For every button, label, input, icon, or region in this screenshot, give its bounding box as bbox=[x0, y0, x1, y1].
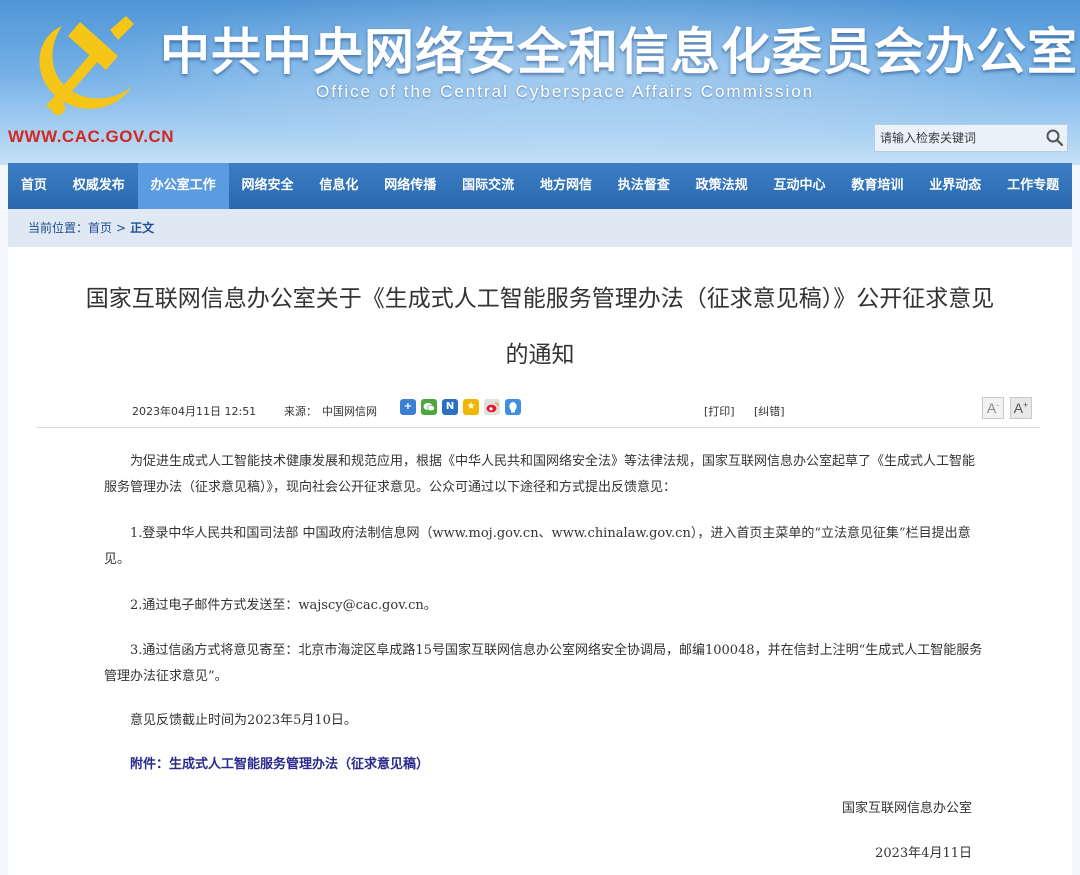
nav-item-office-work[interactable]: 办公室工作 bbox=[137, 163, 229, 209]
site-header: 中共中央网络安全和信息化委员会办公室 Office of the Central… bbox=[0, 0, 1080, 165]
meta-divider bbox=[36, 427, 1040, 428]
party-emblem-icon bbox=[39, 16, 134, 115]
nav-item-education-training[interactable]: 教育培训 bbox=[838, 163, 916, 209]
print-link[interactable]: [打印] bbox=[704, 403, 735, 419]
publish-date: 2023年04月11日 12:51 bbox=[132, 405, 257, 418]
attachment-link[interactable]: 附件：生成式人工智能服务管理办法（征求意见稿） bbox=[130, 753, 429, 772]
font-decrease-button[interactable]: A- bbox=[982, 397, 1004, 419]
plus-share-icon[interactable]: + bbox=[400, 399, 416, 415]
breadcrumb-current: 正文 bbox=[130, 221, 155, 235]
site-domain[interactable]: WWW.CAC.GOV.CN bbox=[8, 127, 174, 147]
nav-item-informatization[interactable]: 信息化 bbox=[306, 163, 371, 209]
share-toolbar: + N ★ bbox=[400, 399, 521, 415]
nav-item-local-cac[interactable]: 地方网信 bbox=[527, 163, 605, 209]
nav-item-work-topics[interactable]: 工作专题 bbox=[994, 163, 1072, 209]
nav-item-international-exchange[interactable]: 国际交流 bbox=[449, 163, 527, 209]
sina-n-icon[interactable]: N bbox=[442, 399, 458, 415]
signature-organization: 国家互联网信息办公室 bbox=[841, 801, 972, 816]
article-title-line2: 的通知 bbox=[505, 342, 575, 368]
nav-item-cybersecurity[interactable]: 网络安全 bbox=[229, 163, 307, 209]
article-panel: 国家互联网信息办公室关于《生成式人工智能服务管理办法（征求意见稿）》公开征求意见… bbox=[8, 247, 1072, 875]
nav-item-online-communication[interactable]: 网络传播 bbox=[371, 163, 449, 209]
paragraph-method-1: 1.登录中华人民共和国司法部 中国政府法制信息网（www.moj.gov.cn、… bbox=[104, 526, 971, 567]
site-title-chinese: 中共中央网络安全和信息化委员会办公室 bbox=[160, 23, 1078, 81]
breadcrumb-separator: > bbox=[116, 221, 127, 235]
weibo-icon[interactable] bbox=[484, 399, 500, 415]
paragraph-intro: 为促进生成式人工智能技术健康发展和规范应用，根据《中华人民共和国网络安全法》等法… bbox=[104, 454, 976, 495]
paragraph-method-3: 3.通过信函方式将意见寄至：北京市海淀区阜成路15号国家互联网信息办公室网络安全… bbox=[104, 643, 983, 684]
main-nav: 首页 权威发布 办公室工作 网络安全 信息化 网络传播 国际交流 地方网信 执法… bbox=[8, 163, 1072, 209]
signature-date: 2023年4月11日 bbox=[875, 846, 972, 861]
nav-item-policies-regulations[interactable]: 政策法规 bbox=[683, 163, 761, 209]
font-increase-button[interactable]: A+ bbox=[1010, 397, 1032, 419]
wechat-icon[interactable] bbox=[421, 399, 437, 415]
nav-item-interaction-center[interactable]: 互动中心 bbox=[761, 163, 839, 209]
source-name: 中国网信网 bbox=[322, 405, 377, 418]
paragraph-deadline: 意见反馈截止时间为2023年5月10日。 bbox=[130, 713, 357, 728]
source-label: 来源： bbox=[284, 405, 317, 418]
breadcrumb-home-link[interactable]: 首页 bbox=[88, 221, 112, 235]
nav-item-industry-news[interactable]: 业界动态 bbox=[916, 163, 994, 209]
search-icon[interactable] bbox=[1045, 128, 1065, 148]
search-box bbox=[874, 124, 1068, 152]
paragraph-method-2: 2.通过电子邮件方式发送至：wajscy@cac.gov.cn。 bbox=[130, 598, 437, 613]
breadcrumb: 当前位置：首页 > 正文 bbox=[8, 209, 1072, 247]
breadcrumb-prefix: 当前位置： bbox=[28, 221, 89, 235]
nav-item-law-enforcement[interactable]: 执法督查 bbox=[605, 163, 683, 209]
nav-item-home[interactable]: 首页 bbox=[8, 163, 60, 209]
site-title-english: Office of the Central Cyberspace Affairs… bbox=[316, 82, 815, 101]
article-title-line1: 国家互联网信息办公室关于《生成式人工智能服务管理办法（征求意见稿）》公开征求意见 bbox=[85, 286, 995, 312]
article-title: 国家互联网信息办公室关于《生成式人工智能服务管理办法（征求意见稿）》公开征求意见… bbox=[28, 271, 1052, 383]
nav-item-authoritative-release[interactable]: 权威发布 bbox=[60, 163, 138, 209]
qzone-icon[interactable]: ★ bbox=[463, 399, 479, 415]
report-error-link[interactable]: [纠错] bbox=[754, 403, 785, 419]
search-input[interactable] bbox=[875, 125, 1043, 151]
article-meta: 2023年04月11日 12:51 来源： 中国网信网 + N ★ [打印] [… bbox=[34, 397, 1044, 425]
qq-icon[interactable] bbox=[505, 399, 521, 415]
